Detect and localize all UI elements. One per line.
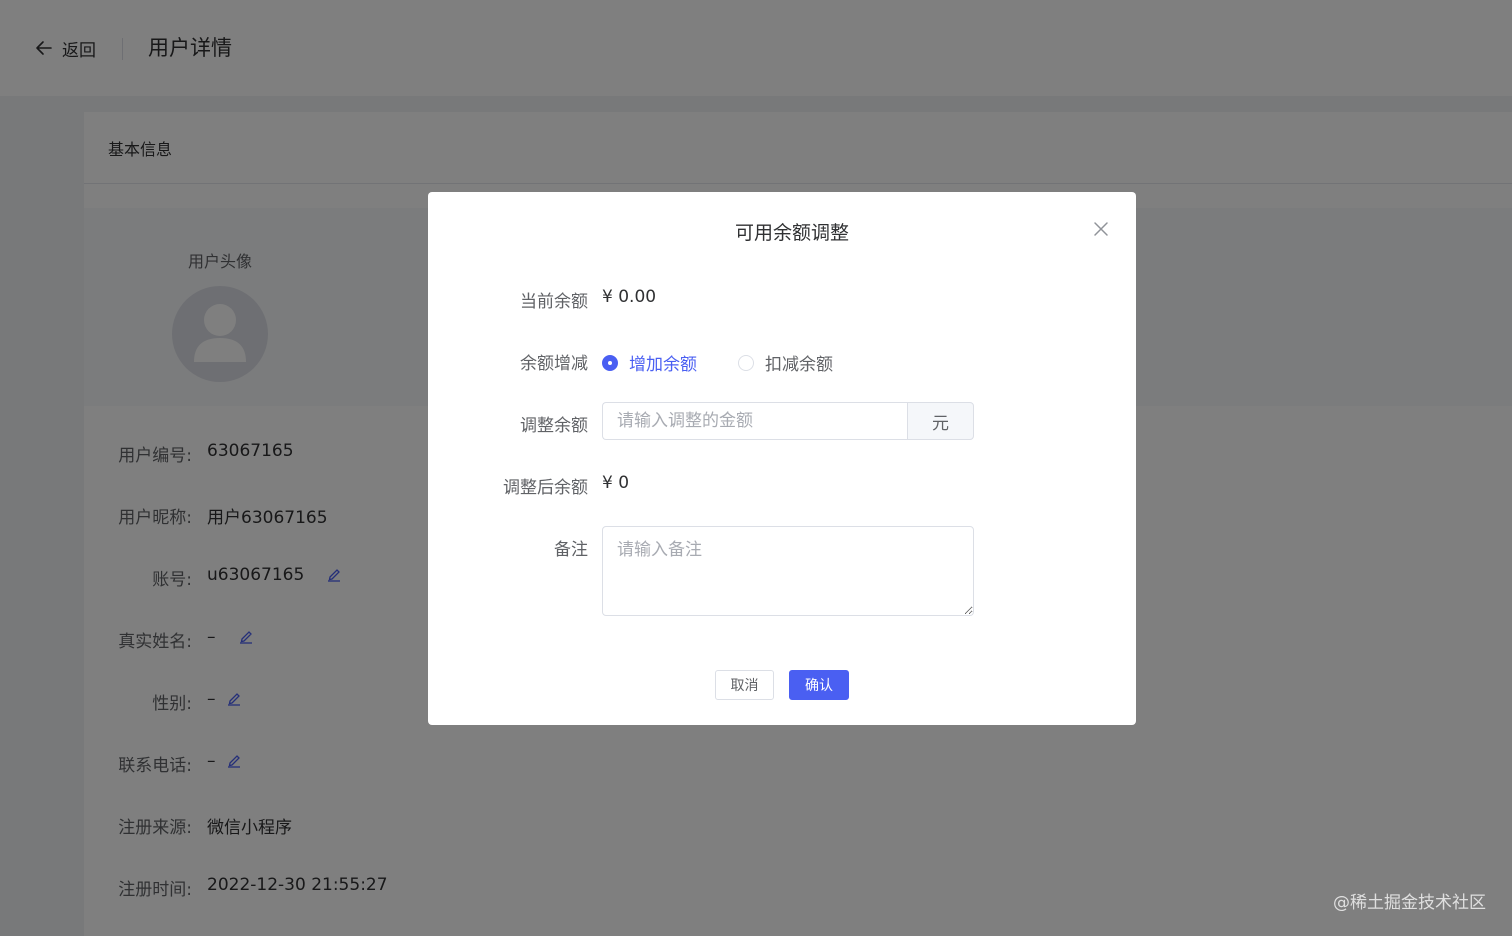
current-balance-label: 当前余额 [520, 292, 588, 312]
after-balance-value: ¥ 0 [602, 473, 630, 493]
dialog-title: 可用余额调整 [734, 222, 849, 244]
adjust-type-label: 余额增减 [520, 354, 588, 374]
confirm-button[interactable]: 确认 [789, 670, 849, 700]
radio-label: 增加余额 [629, 355, 697, 375]
remark-textarea[interactable] [602, 526, 974, 616]
radio-label: 扣减余额 [765, 355, 833, 375]
current-balance-value: ¥ 0.00 [602, 287, 657, 307]
after-balance-label: 调整后余额 [503, 478, 588, 498]
adjust-amount-label: 调整余额 [520, 416, 588, 436]
watermark: @稀土掘金技术社区 [1333, 893, 1486, 913]
balance-adjust-dialog: 可用余额调整 当前余额 ¥ 0.00 余额增减 增加余额 扣减余额 调整余额 元… [428, 192, 1136, 725]
radio-unchecked-icon [738, 354, 754, 371]
radio-decrease[interactable]: 扣减余额 [738, 350, 833, 375]
adjust-amount-input[interactable] [602, 402, 908, 440]
remark-label: 备注 [554, 540, 588, 560]
radio-checked-icon [602, 354, 618, 371]
radio-increase[interactable]: 增加余额 [602, 350, 697, 375]
cancel-button[interactable]: 取消 [715, 670, 774, 700]
amount-unit-suffix: 元 [907, 402, 974, 440]
close-icon[interactable] [1092, 220, 1110, 238]
